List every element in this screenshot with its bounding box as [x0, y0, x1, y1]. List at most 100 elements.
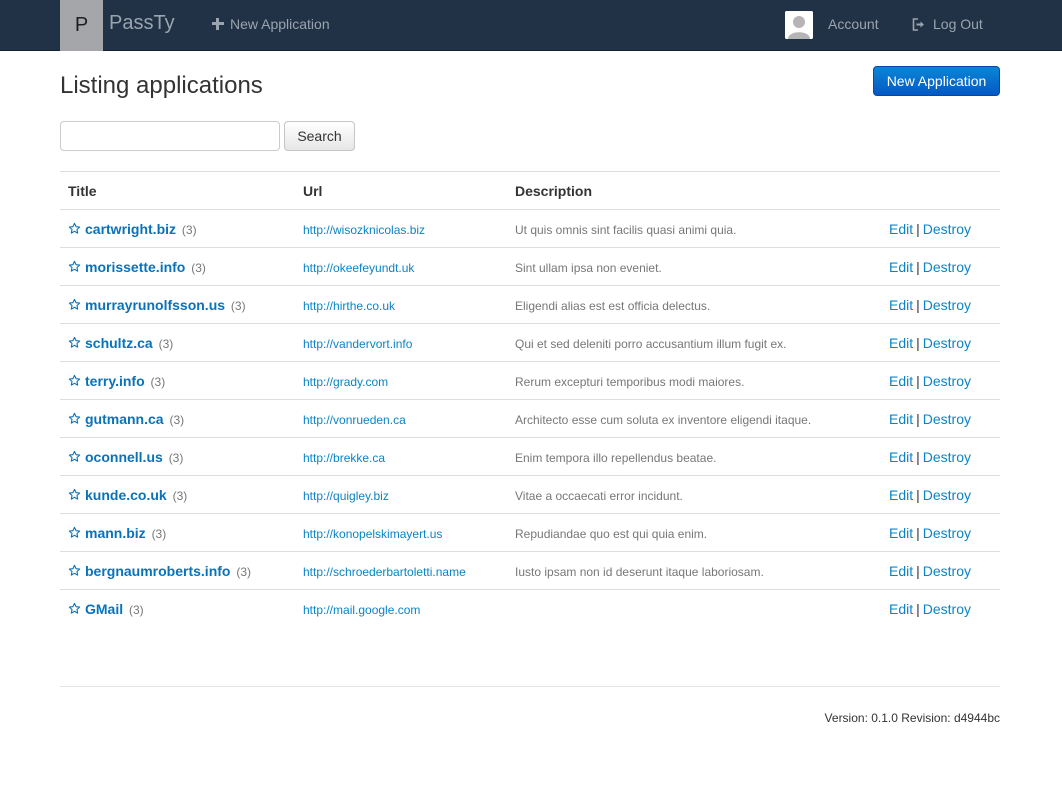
application-url-link[interactable]: http://wisozknicolas.biz: [303, 223, 425, 237]
application-url-link[interactable]: http://mail.google.com: [303, 603, 420, 617]
cell-title: morissette.info (3): [60, 247, 295, 286]
application-title-link[interactable]: gutmann.ca: [85, 411, 164, 427]
cell-actions: Edit | Destroy: [881, 323, 1000, 362]
destroy-link[interactable]: Destroy: [923, 297, 971, 313]
nav-account-link[interactable]: Account: [828, 16, 879, 32]
edit-link[interactable]: Edit: [889, 601, 913, 617]
application-title-link[interactable]: schultz.ca: [85, 335, 153, 351]
table-row: schultz.ca (3) http://vandervort.info Qui …: [60, 323, 1000, 362]
star-icon[interactable]: [68, 564, 81, 577]
cell-description: Rerum excepturi temporibus modi maiores.: [507, 361, 881, 400]
application-description: Sint ullam ipsa non eveniet.: [515, 260, 662, 275]
application-url-link[interactable]: http://okeefeyundt.uk: [303, 261, 414, 275]
application-url-link[interactable]: http://brekke.ca: [303, 451, 385, 465]
destroy-link[interactable]: Destroy: [923, 259, 971, 275]
table-row: terry.info (3) http://grady.com Rerum exce…: [60, 361, 1000, 400]
destroy-link[interactable]: Destroy: [923, 601, 971, 617]
edit-link[interactable]: Edit: [889, 335, 913, 351]
search-input[interactable]: [60, 121, 280, 151]
star-icon[interactable]: [68, 526, 81, 539]
application-title-link[interactable]: morissette.info: [85, 259, 185, 275]
cell-title: mann.biz (3): [60, 513, 295, 552]
action-separator: |: [916, 372, 920, 389]
application-url-link[interactable]: http://schroederbartoletti.name: [303, 565, 466, 579]
edit-link[interactable]: Edit: [889, 221, 913, 237]
cell-actions: Edit | Destroy: [881, 399, 1000, 438]
edit-link[interactable]: Edit: [889, 487, 913, 503]
application-description: Architecto esse cum soluta ex inventore …: [515, 412, 812, 427]
cell-description: Enim tempora illo repellendus beatae.: [507, 437, 881, 476]
application-description: Ut quis omnis sint facilis quasi animi q…: [515, 222, 737, 237]
application-title-link[interactable]: oconnell.us: [85, 449, 163, 465]
cell-actions: Edit | Destroy: [881, 551, 1000, 590]
star-icon[interactable]: [68, 450, 81, 463]
destroy-link[interactable]: Destroy: [923, 525, 971, 541]
brand-name[interactable]: PassTy: [109, 12, 175, 35]
nav-new-application-link[interactable]: New Application: [212, 16, 330, 32]
new-application-button[interactable]: New Application: [873, 66, 1000, 96]
destroy-link[interactable]: Destroy: [923, 411, 971, 427]
star-icon[interactable]: [68, 488, 81, 501]
cell-actions: Edit | Destroy: [881, 437, 1000, 476]
application-title-link[interactable]: cartwright.biz: [85, 221, 176, 237]
star-icon[interactable]: [68, 260, 81, 273]
destroy-link[interactable]: Destroy: [923, 221, 971, 237]
cell-description: Ut quis omnis sint facilis quasi animi q…: [507, 209, 881, 248]
edit-link[interactable]: Edit: [889, 373, 913, 389]
cell-url: http://schroederbartoletti.name: [295, 551, 507, 590]
edit-link[interactable]: Edit: [889, 563, 913, 579]
application-url-link[interactable]: http://vandervort.info: [303, 337, 412, 351]
cell-title: GMail (3): [60, 590, 295, 628]
star-icon[interactable]: [68, 412, 81, 425]
application-description: Eligendi alias est est officia delectus.: [515, 298, 711, 313]
star-icon[interactable]: [68, 374, 81, 387]
cell-url: http://brekke.ca: [295, 437, 507, 476]
destroy-link[interactable]: Destroy: [923, 335, 971, 351]
search-button[interactable]: Search: [284, 121, 355, 151]
avatar[interactable]: [785, 11, 813, 39]
star-icon[interactable]: [68, 602, 81, 615]
application-description: Qui et sed deleniti porro accusantium il…: [515, 336, 787, 351]
cell-description: Sint ullam ipsa non eveniet.: [507, 247, 881, 286]
application-title-link[interactable]: kunde.co.uk: [85, 487, 167, 503]
application-url-link[interactable]: http://quigley.biz: [303, 489, 389, 503]
footer-divider: [60, 686, 1000, 687]
applications-table-body: cartwright.biz (3) http://wisozknicolas.b…: [60, 209, 1000, 628]
destroy-link[interactable]: Destroy: [923, 563, 971, 579]
destroy-link[interactable]: Destroy: [923, 373, 971, 389]
destroy-link[interactable]: Destroy: [923, 487, 971, 503]
action-separator: |: [916, 258, 920, 275]
table-row: kunde.co.uk (3) http://quigley.biz Vitae a…: [60, 475, 1000, 514]
cell-url: http://wisozknicolas.biz: [295, 209, 507, 248]
application-title-link[interactable]: bergnaumroberts.info: [85, 563, 230, 579]
application-count: (3): [151, 526, 167, 541]
cell-actions: Edit | Destroy: [881, 513, 1000, 552]
edit-link[interactable]: Edit: [889, 525, 913, 541]
application-url-link[interactable]: http://vonrueden.ca: [303, 413, 406, 427]
star-icon[interactable]: [68, 336, 81, 349]
edit-link[interactable]: Edit: [889, 259, 913, 275]
application-description: Vitae a occaecati error incidunt.: [515, 488, 683, 503]
application-title-link[interactable]: mann.biz: [85, 525, 146, 541]
table-row: GMail (3) http://mail.google.com Edit | Dest…: [60, 590, 1000, 628]
cell-description: Vitae a occaecati error incidunt.: [507, 475, 881, 514]
application-url-link[interactable]: http://konopelskimayert.us: [303, 527, 442, 541]
destroy-link[interactable]: Destroy: [923, 449, 971, 465]
edit-link[interactable]: Edit: [889, 411, 913, 427]
application-title-link[interactable]: murrayrunolfsson.us: [85, 297, 225, 313]
application-title-link[interactable]: GMail: [85, 601, 123, 617]
edit-link[interactable]: Edit: [889, 449, 913, 465]
application-title-link[interactable]: terry.info: [85, 373, 145, 389]
application-count: (3): [181, 222, 197, 237]
cell-description: Eligendi alias est est officia delectus.: [507, 285, 881, 324]
brand-logo[interactable]: P: [60, 0, 103, 51]
application-url-link[interactable]: http://grady.com: [303, 375, 388, 389]
star-icon[interactable]: [68, 222, 81, 235]
edit-link[interactable]: Edit: [889, 297, 913, 313]
nav-logout-link[interactable]: Log Out: [912, 16, 983, 32]
star-icon[interactable]: [68, 298, 81, 311]
cell-title: murrayrunolfsson.us (3): [60, 285, 295, 324]
cell-description: Qui et sed deleniti porro accusantium il…: [507, 323, 881, 362]
application-url-link[interactable]: http://hirthe.co.uk: [303, 299, 395, 313]
applications-table: Title Url Description cartwright.biz (3)…: [60, 171, 1000, 628]
